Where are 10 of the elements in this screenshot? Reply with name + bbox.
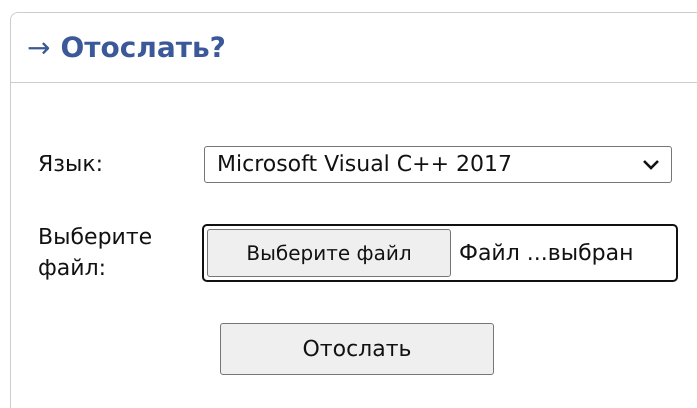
file-status: Файл ...выбран <box>459 240 634 266</box>
field-label: Язык: <box>38 151 104 179</box>
submit-button[interactable]: Отослать <box>220 323 494 375</box>
field-label: Выберите файл: <box>38 224 154 283</box>
language-select[interactable]: Microsoft Visual C++ 2017 <box>204 146 672 183</box>
panel-title: Отослать? <box>60 31 226 64</box>
arrow-icon: → <box>27 31 50 64</box>
file-input[interactable]: Выберите файл Файл ...выбран <box>202 224 678 282</box>
choose-file-button[interactable]: Выберите файл <box>207 229 451 277</box>
chevron-down-icon <box>641 158 661 170</box>
